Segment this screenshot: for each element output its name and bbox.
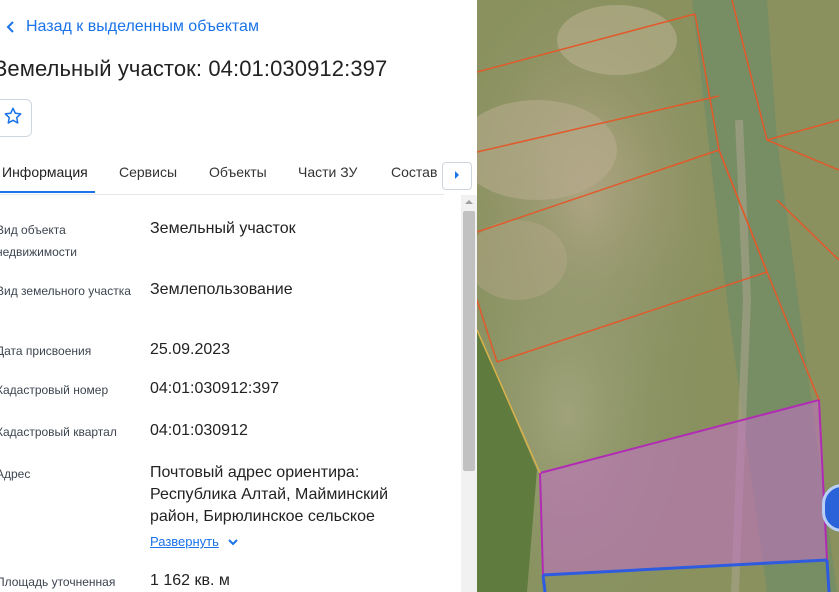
info-scrollbar[interactable] — [461, 195, 477, 592]
scrollbar-thumb[interactable] — [463, 211, 475, 471]
info-list: Вид объекта недвижимости Земельный участ… — [0, 195, 460, 592]
tab-information[interactable]: Информация — [2, 164, 88, 180]
star-icon — [3, 106, 23, 131]
value-cadastral-number: 04:01:030912:397 — [150, 380, 280, 397]
value-object-type: Земельный участок — [150, 220, 296, 237]
favorite-button[interactable] — [0, 99, 32, 137]
tab-bar: Информация Сервисы Объекты Части ЗУ Сост… — [0, 160, 444, 195]
tab-services[interactable]: Сервисы — [119, 164, 177, 180]
value-area: 1 162 кв. м — [150, 572, 230, 589]
value-cadastral-quarter: 04:01:030912 — [150, 422, 248, 439]
tab-objects[interactable]: Объекты — [209, 164, 267, 180]
label-parcel-type: Вид земельного участка — [0, 284, 131, 298]
label-address: Адрес — [0, 467, 31, 481]
back-to-selected-link[interactable]: Назад к выделенным объектам — [0, 17, 259, 37]
chevron-right-icon — [453, 167, 461, 185]
chevron-left-icon — [0, 20, 22, 34]
tabs-scroll-right-button[interactable] — [442, 162, 472, 190]
value-parcel-type: Землепользование — [150, 281, 293, 298]
label-assignment-date: Дата присвоения — [0, 344, 92, 358]
value-address: Почтовый адрес ориентира: Республика Алт… — [150, 464, 388, 525]
tab-parts[interactable]: Части ЗУ — [298, 164, 357, 180]
scroll-up-arrow-icon[interactable] — [461, 195, 477, 209]
tab-composition[interactable]: Состав — [391, 164, 437, 180]
page-title: Земельный участок: 04:01:030912:397 — [0, 56, 388, 81]
back-link-label: Назад к выделенным объектам — [26, 18, 259, 35]
map-view[interactable] — [477, 0, 839, 592]
object-info-panel: Назад к выделенным объектам Земельный уч… — [0, 0, 477, 592]
satellite-map-image — [477, 0, 839, 592]
expand-address-link[interactable]: Развернуть — [150, 534, 239, 549]
chevron-down-icon — [227, 534, 239, 549]
label-cadastral-number: Кадастровый номер — [0, 383, 109, 397]
active-tab-indicator — [0, 191, 95, 193]
label-area: Площадь уточненная — [0, 575, 116, 589]
label-object-type: Вид объекта недвижимости — [0, 223, 77, 259]
label-cadastral-quarter: Кадастровый квартал — [0, 425, 117, 439]
value-assignment-date: 25.09.2023 — [150, 341, 231, 358]
expand-label: Развернуть — [150, 534, 219, 549]
